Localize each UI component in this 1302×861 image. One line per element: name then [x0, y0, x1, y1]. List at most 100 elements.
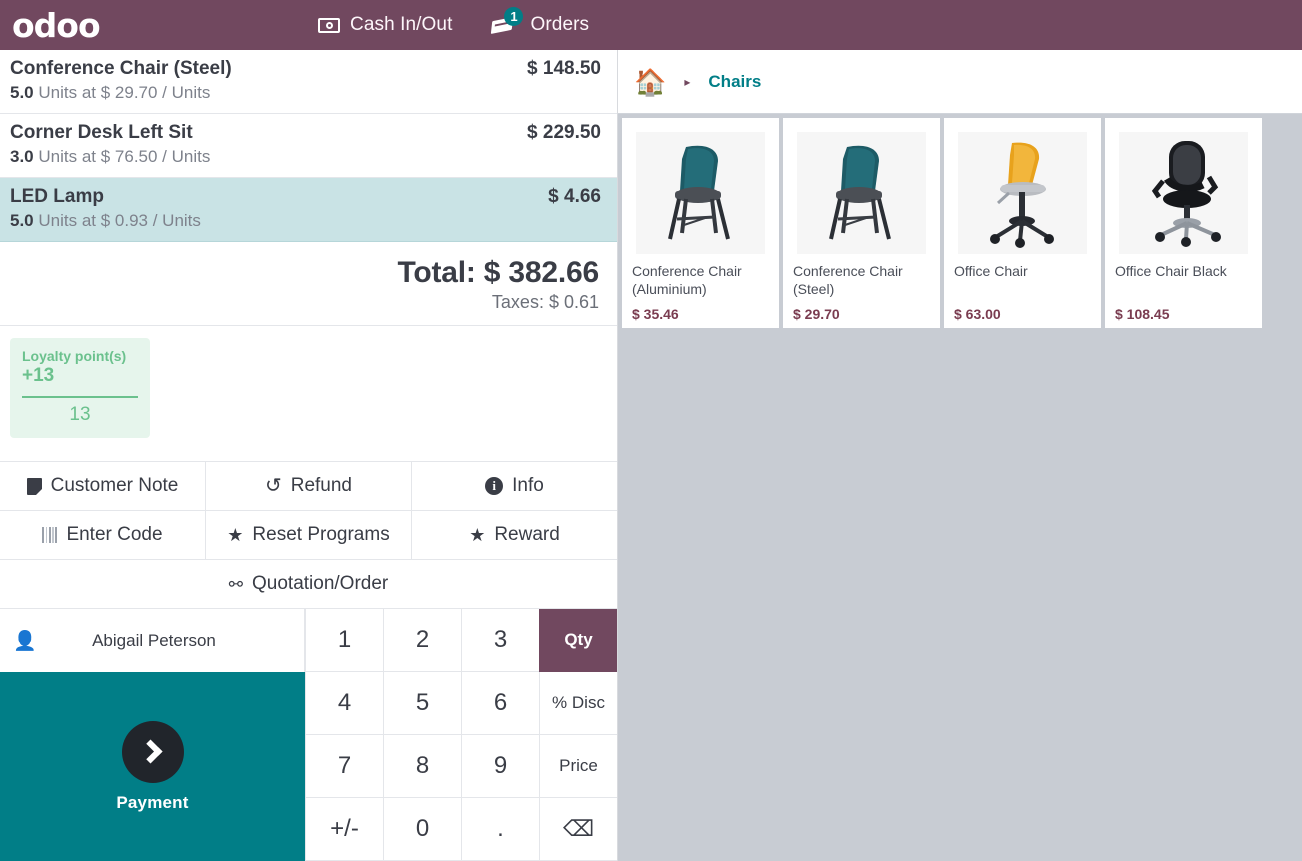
orders-label: Orders [530, 14, 590, 35]
loyalty-section: Loyalty point(s) +13 13 [0, 326, 617, 462]
receipt-icon: 1 [491, 7, 524, 37]
numpad-key-6[interactable]: 6 [461, 672, 539, 735]
numpad: 1 2 3 Qty 4 5 6 % Disc 7 8 9 Price +/- 0… [305, 609, 617, 861]
refund-icon: ↺ [264, 475, 282, 497]
product-card[interactable]: Office Chair $ 63.00 [944, 118, 1101, 328]
enter-code-button[interactable]: Enter Code [0, 511, 206, 559]
order-line-price: $ 229.50 [527, 122, 601, 143]
chevron-right-icon: ▸ [684, 74, 691, 89]
order-line-qty: 5.0 [10, 83, 34, 102]
product-price: $ 108.45 [1115, 306, 1170, 322]
customer-payment-column: 👤 Abigail Peterson Payment [0, 609, 305, 861]
numpad-key-discount[interactable]: % Disc [539, 672, 617, 735]
order-line-qty: 3.0 [10, 147, 34, 166]
order-line-unit-price: Units at $ 29.70 / Units [38, 83, 211, 102]
customer-select-button[interactable]: 👤 Abigail Peterson [0, 609, 305, 672]
orders-button[interactable]: 1 Orders [491, 7, 590, 37]
order-lines-list: Conference Chair (Steel) $ 148.50 5.0 Un… [0, 50, 617, 242]
info-icon: i [485, 477, 504, 495]
action-row-1: Customer Note ↺ Refund i Info [0, 462, 617, 510]
action-row-3: ⚯ Quotation/Order [0, 559, 617, 608]
numpad-key-5[interactable]: 5 [383, 672, 461, 735]
info-label: Info [512, 475, 544, 496]
numpad-key-4[interactable]: 4 [305, 672, 383, 735]
reward-button[interactable]: ★ Reward [412, 511, 617, 559]
order-line[interactable]: Conference Chair (Steel) $ 148.50 5.0 Un… [0, 50, 617, 114]
numpad-key-decimal[interactable]: . [461, 798, 539, 861]
numpad-key-backspace[interactable]: ⌫ [539, 798, 617, 861]
numpad-key-2[interactable]: 2 [383, 609, 461, 672]
product-panel: 🏠 ▸ Chairs Conference Chair (Aluminium) … [618, 50, 1302, 861]
order-line-detail: 5.0 Units at $ 29.70 / Units [10, 83, 601, 103]
teal-chair-image [828, 145, 891, 240]
order-line-price: $ 148.50 [527, 58, 601, 79]
numpad-key-0[interactable]: 0 [383, 798, 461, 861]
cash-icon [318, 17, 340, 33]
pos-application: odoo Cash In/Out 1 Orders Conference Cha [0, 0, 1302, 861]
numpad-key-qty[interactable]: Qty [539, 609, 617, 672]
refund-button[interactable]: ↺ Refund [206, 462, 412, 510]
product-name: Conference Chair (Steel) [793, 263, 903, 298]
payment-button[interactable]: Payment [0, 672, 305, 861]
home-icon[interactable]: 🏠 [634, 69, 666, 95]
payment-label: Payment [116, 792, 189, 812]
order-line-unit-price: Units at $ 0.93 / Units [38, 211, 201, 230]
numpad-key-3[interactable]: 3 [461, 609, 539, 672]
numpad-key-9[interactable]: 9 [461, 735, 539, 798]
enter-code-label: Enter Code [66, 524, 163, 545]
product-image [636, 132, 765, 254]
product-card[interactable]: Conference Chair (Steel) $ 29.70 [783, 118, 940, 328]
customer-name: Abigail Peterson [92, 630, 216, 650]
teal-chair-image [667, 145, 730, 240]
numpad-key-plus-minus[interactable]: +/- [305, 798, 383, 861]
star-icon: ★ [469, 525, 486, 545]
loyalty-title: Loyalty point(s) [22, 348, 127, 364]
numpad-key-7[interactable]: 7 [305, 735, 383, 798]
info-button[interactable]: i Info [412, 462, 617, 510]
product-name: Office Chair [954, 263, 1028, 279]
order-panel: Conference Chair (Steel) $ 148.50 5.0 Un… [0, 50, 618, 861]
topbar-actions: Cash In/Out 1 Orders [318, 0, 589, 50]
product-image [1119, 132, 1248, 254]
numpad-key-1[interactable]: 1 [305, 609, 383, 672]
breadcrumb-category[interactable]: Chairs [708, 72, 761, 92]
loyalty-divider [22, 395, 138, 398]
bottom-section: 👤 Abigail Peterson Payment 1 2 3 Qty 4 5 [0, 608, 617, 861]
order-line-name: Conference Chair (Steel) [10, 58, 232, 79]
person-icon: 👤 [13, 630, 37, 652]
link-icon: ⚯ [228, 574, 243, 594]
cash-in-out-label: Cash In/Out [350, 14, 453, 35]
product-image [797, 132, 926, 254]
order-line[interactable]: Corner Desk Left Sit $ 229.50 3.0 Units … [0, 114, 617, 178]
order-line-price: $ 4.66 [548, 186, 601, 207]
refund-label: Refund [290, 475, 353, 496]
odoo-logo[interactable]: odoo [12, 9, 101, 42]
customer-note-label: Customer Note [50, 475, 179, 496]
product-price: $ 35.46 [632, 306, 679, 322]
quotation-order-label: Quotation/Order [252, 573, 389, 594]
top-navigation-bar: odoo Cash In/Out 1 Orders [0, 0, 1302, 50]
order-line-detail: 5.0 Units at $ 0.93 / Units [10, 211, 601, 231]
action-row-2: Enter Code ★ Reset Programs ★ Reward [0, 510, 617, 559]
customer-note-button[interactable]: Customer Note [0, 462, 206, 510]
product-card[interactable]: Office Chair Black $ 108.45 [1105, 118, 1262, 328]
quotation-order-button[interactable]: ⚯ Quotation/Order [0, 560, 617, 608]
order-line-name: LED Lamp [10, 186, 104, 207]
order-taxes: Taxes: $ 0.61 [491, 292, 599, 312]
barcode-icon [42, 527, 58, 543]
product-card[interactable]: Conference Chair (Aluminium) $ 35.46 [622, 118, 779, 328]
order-action-buttons: Customer Note ↺ Refund i Info Enter Code [0, 462, 617, 608]
product-image [958, 132, 1087, 254]
breadcrumb: 🏠 ▸ Chairs [618, 50, 1302, 114]
order-line-qty: 5.0 [10, 211, 34, 230]
order-line-name: Corner Desk Left Sit [10, 122, 193, 143]
numpad-key-8[interactable]: 8 [383, 735, 461, 798]
black-office-chair-image [1151, 141, 1221, 247]
loyalty-card: Loyalty point(s) +13 13 [10, 338, 150, 438]
loyalty-delta: +13 [22, 365, 55, 387]
cash-in-out-button[interactable]: Cash In/Out [318, 14, 452, 36]
numpad-key-price[interactable]: Price [539, 735, 617, 798]
note-icon [26, 477, 42, 495]
reset-programs-button[interactable]: ★ Reset Programs [206, 511, 412, 559]
order-line-selected[interactable]: LED Lamp $ 4.66 5.0 Units at $ 0.93 / Un… [0, 178, 617, 242]
